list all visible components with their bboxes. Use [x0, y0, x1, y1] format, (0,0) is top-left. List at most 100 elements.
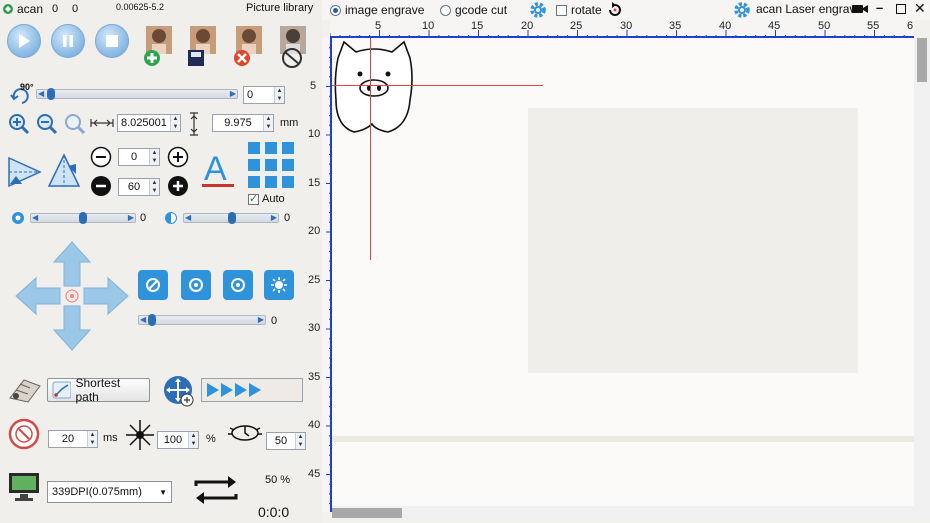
- image-engrave-radio[interactable]: image engrave: [330, 3, 424, 17]
- depth-icon: [226, 422, 264, 447]
- rotate-checkbox[interactable]: rotate: [556, 3, 602, 17]
- flip-horizontal-button[interactable]: [6, 152, 44, 195]
- chevron-down-icon[interactable]: ▼: [150, 187, 159, 195]
- minimize-button[interactable]: –: [876, 0, 883, 15]
- contrast-slider-knob[interactable]: [228, 212, 236, 224]
- preview-center-button[interactable]: [181, 270, 211, 300]
- move-right-button[interactable]: [84, 278, 130, 314]
- chevron-down-icon[interactable]: ▼: [88, 439, 97, 447]
- save-picture-button[interactable]: [186, 24, 220, 68]
- engrave-progress-arrows: [201, 378, 303, 402]
- background-ghost: [332, 436, 914, 442]
- vertical-ruler: [322, 38, 332, 512]
- rotate-90-button[interactable]: 90°: [8, 82, 34, 106]
- width-input[interactable]: 8.025001 ▲ ▼: [117, 114, 181, 132]
- add-picture-button[interactable]: [142, 24, 176, 68]
- checkmark-icon: ✓: [249, 192, 259, 205]
- slider-right-arrow-icon: ▶: [229, 89, 236, 98]
- app-logo: acan: [2, 2, 43, 16]
- close-button[interactable]: ✕: [914, 0, 926, 17]
- picture-library-label[interactable]: Picture library: [246, 2, 313, 14]
- weak-power-slider-knob[interactable]: [148, 314, 156, 326]
- target-icon: [189, 278, 203, 292]
- chevron-down-icon[interactable]: ▼: [296, 441, 305, 449]
- grayscale-picture-button[interactable]: [276, 24, 310, 68]
- horizontal-scroll-thumb[interactable]: [332, 508, 402, 518]
- chevron-up-icon[interactable]: ▲: [88, 431, 97, 439]
- ruler-top-label: 50: [818, 20, 831, 32]
- burn-time-input[interactable]: 20 ▲ ▼: [48, 430, 98, 448]
- height-input[interactable]: 9.975 ▲ ▼: [212, 114, 274, 132]
- size-input[interactable]: 60 ▲ ▼: [118, 178, 160, 196]
- monitor-icon: [8, 472, 40, 505]
- no-symbol-icon: [146, 278, 160, 292]
- forward-arrows-icon: [207, 383, 261, 397]
- chevron-up-icon[interactable]: ▲: [296, 433, 305, 441]
- delete-picture-button[interactable]: [232, 24, 266, 68]
- vertical-scrollbar[interactable]: [914, 38, 930, 520]
- preview-frame-button[interactable]: [223, 270, 253, 300]
- preview-none-button[interactable]: [138, 270, 168, 300]
- auto-checkbox[interactable]: ✓ Auto: [248, 193, 285, 205]
- chevron-down-icon[interactable]: ▼: [171, 123, 180, 131]
- chevron-up-icon[interactable]: ▲: [150, 179, 159, 187]
- chevron-down-icon[interactable]: ▼: [264, 123, 273, 131]
- depth-input[interactable]: 50 ▲ ▼: [266, 432, 306, 450]
- flip-vertical-button[interactable]: [46, 152, 82, 195]
- maximize-button[interactable]: [896, 4, 906, 14]
- chevron-up-icon[interactable]: ▲: [189, 432, 198, 440]
- weak-power-slider[interactable]: ◀ ▶: [138, 314, 266, 326]
- increase-size-button[interactable]: [167, 175, 189, 200]
- move-engraver-button[interactable]: [162, 374, 196, 411]
- size-input-value: 60: [127, 181, 141, 193]
- zoom-in-button[interactable]: [8, 113, 30, 138]
- chevron-down-icon[interactable]: ▼: [275, 95, 284, 103]
- ruler-left-label: 40: [308, 419, 321, 431]
- preview-laser-button[interactable]: [264, 270, 294, 300]
- rotate-input[interactable]: 0 ▲ ▼: [243, 86, 285, 104]
- stop-button[interactable]: [95, 24, 129, 58]
- contrast-slider[interactable]: ◀ ▶: [183, 212, 279, 224]
- laser-power-input[interactable]: 100 ▲ ▼: [157, 431, 199, 449]
- crosshair-horizontal: [332, 85, 543, 86]
- move-left-button[interactable]: [14, 278, 60, 314]
- camera-button[interactable]: [852, 3, 868, 18]
- zoom-out-button[interactable]: [36, 113, 58, 138]
- brightness-slider[interactable]: ◀ ▶: [30, 212, 136, 224]
- image-engrave-radio-circle[interactable]: [330, 4, 341, 16]
- zoom-fit-button[interactable]: [64, 113, 86, 138]
- start-button[interactable]: [7, 24, 41, 58]
- decrease-spacing-button[interactable]: [90, 146, 112, 171]
- work-area[interactable]: [332, 38, 914, 512]
- rotate-checkbox-box[interactable]: [556, 4, 567, 16]
- shortest-path-button[interactable]: Shortest path: [47, 376, 150, 404]
- pause-button[interactable]: [51, 24, 85, 58]
- vertical-scroll-thumb[interactable]: [917, 38, 927, 82]
- play-icon: [19, 34, 30, 48]
- gcode-cut-radio-circle[interactable]: [440, 4, 451, 16]
- engrave-button[interactable]: [6, 372, 44, 407]
- horizontal-scrollbar[interactable]: [332, 506, 914, 520]
- decrease-size-button[interactable]: [90, 175, 112, 200]
- loop-button[interactable]: [192, 474, 240, 509]
- chevron-up-icon[interactable]: ▲: [171, 115, 180, 123]
- engrave-machine-icon: [9, 379, 41, 403]
- chevron-down-icon[interactable]: ▼: [150, 157, 159, 165]
- brightness-slider-knob[interactable]: [79, 212, 87, 224]
- ruler-left-label: 20: [308, 225, 321, 237]
- rotate-slider-knob[interactable]: [47, 88, 55, 100]
- chevron-up-icon[interactable]: ▲: [275, 87, 284, 95]
- text-tool-button[interactable]: A: [200, 150, 236, 195]
- grayscale-picture-icon: [280, 26, 306, 68]
- dpi-select[interactable]: 339DPI(0.075mm) ▼: [47, 481, 172, 503]
- chevron-up-icon[interactable]: ▲: [264, 115, 273, 123]
- rotate-slider[interactable]: ◀ ▶: [36, 88, 238, 100]
- array-layout-button[interactable]: [246, 140, 296, 193]
- pig-image[interactable]: [332, 38, 422, 138]
- auto-checkbox-box[interactable]: ✓: [248, 192, 259, 205]
- chevron-down-icon[interactable]: ▼: [189, 440, 198, 448]
- chevron-up-icon[interactable]: ▲: [150, 149, 159, 157]
- gcode-cut-radio[interactable]: gcode cut: [440, 3, 507, 17]
- increase-spacing-button[interactable]: [167, 146, 189, 171]
- spacing-input[interactable]: 0 ▲ ▼: [118, 148, 160, 166]
